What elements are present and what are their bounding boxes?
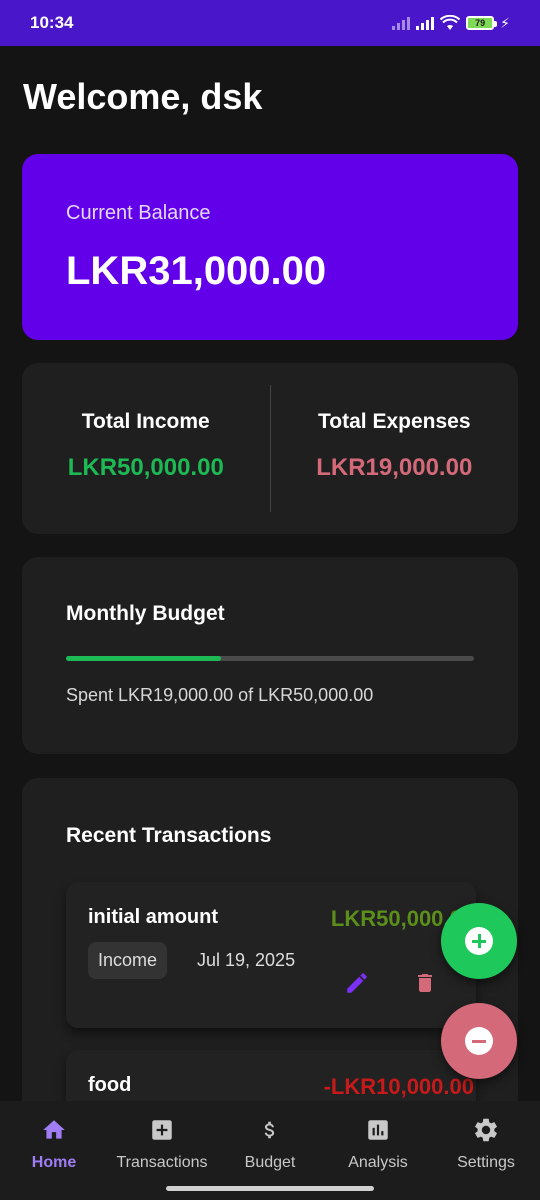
balance-card: Current Balance LKR31,000.00 xyxy=(22,154,518,340)
nav-label: Analysis xyxy=(348,1154,408,1171)
transaction-amount: -LKR10,000.00 xyxy=(323,1074,474,1099)
dollar-icon xyxy=(256,1116,284,1144)
nav-label: Transactions xyxy=(116,1154,208,1171)
category-chip: Income xyxy=(88,942,168,979)
status-bar: 10:34 79 ⚡ xyxy=(0,0,540,46)
trash-icon xyxy=(418,974,432,992)
transaction-name: initial amount xyxy=(88,906,218,928)
home-indicator[interactable] xyxy=(166,1186,374,1191)
income-value: LKR50,000.00 xyxy=(67,454,224,481)
battery-level: 79 xyxy=(475,17,486,28)
welcome-title: Welcome, dsk xyxy=(23,76,263,117)
nav-label: Budget xyxy=(244,1154,296,1171)
budget-progress-fill xyxy=(66,656,222,661)
nav-item-settings[interactable]: Settings xyxy=(432,1101,540,1200)
add-box-icon xyxy=(148,1116,176,1144)
add-expense-button[interactable] xyxy=(441,1003,517,1079)
income-label: Total Income xyxy=(81,410,210,433)
budget-spent-text: Spent LKR19,000.00 of LKR50,000.00 xyxy=(66,685,374,705)
budget-card: Monthly Budget Spent LKR19,000.00 of LKR… xyxy=(22,557,518,754)
status-time: 10:34 xyxy=(30,13,74,32)
add-income-button[interactable] xyxy=(441,903,517,979)
income-column: Total Income LKR50,000.00 xyxy=(22,363,270,534)
expenses-column: Total Expenses LKR19,000.00 xyxy=(271,363,519,534)
home-icon xyxy=(40,1116,68,1144)
expenses-value: LKR19,000.00 xyxy=(316,454,473,481)
nav-label: Settings xyxy=(457,1154,515,1171)
signal-icon xyxy=(416,16,435,30)
transaction-name: food xyxy=(88,1074,132,1096)
transaction-date: Jul 19, 2025 xyxy=(197,950,296,970)
recent-title: Recent Transactions xyxy=(66,824,272,847)
battery-icon: 79 xyxy=(466,16,498,30)
edit-icon xyxy=(347,973,367,993)
plus-circle-icon xyxy=(465,927,493,955)
expenses-label: Total Expenses xyxy=(318,410,471,433)
status-icons: 79 ⚡ xyxy=(392,15,510,32)
balance-label: Current Balance xyxy=(66,202,211,224)
nav-item-home[interactable]: Home xyxy=(0,1101,108,1200)
signal-icon xyxy=(392,16,411,30)
bar-chart-icon xyxy=(364,1116,392,1144)
minus-circle-icon xyxy=(465,1027,493,1055)
budget-progress xyxy=(66,656,474,661)
charging-icon: ⚡ xyxy=(500,14,510,31)
budget-title: Monthly Budget xyxy=(66,602,225,625)
wifi-icon xyxy=(440,15,461,30)
edit-button[interactable] xyxy=(340,966,374,1000)
nav-label: Home xyxy=(31,1154,77,1171)
delete-button[interactable] xyxy=(408,966,442,1000)
gear-icon xyxy=(472,1116,500,1144)
balance-value: LKR31,000.00 xyxy=(66,249,327,293)
totals-card: Total Income LKR50,000.00 Total Expenses… xyxy=(22,363,518,534)
transaction-item[interactable]: initial amount LKR50,000.00 Income Jul 1… xyxy=(66,882,476,1028)
